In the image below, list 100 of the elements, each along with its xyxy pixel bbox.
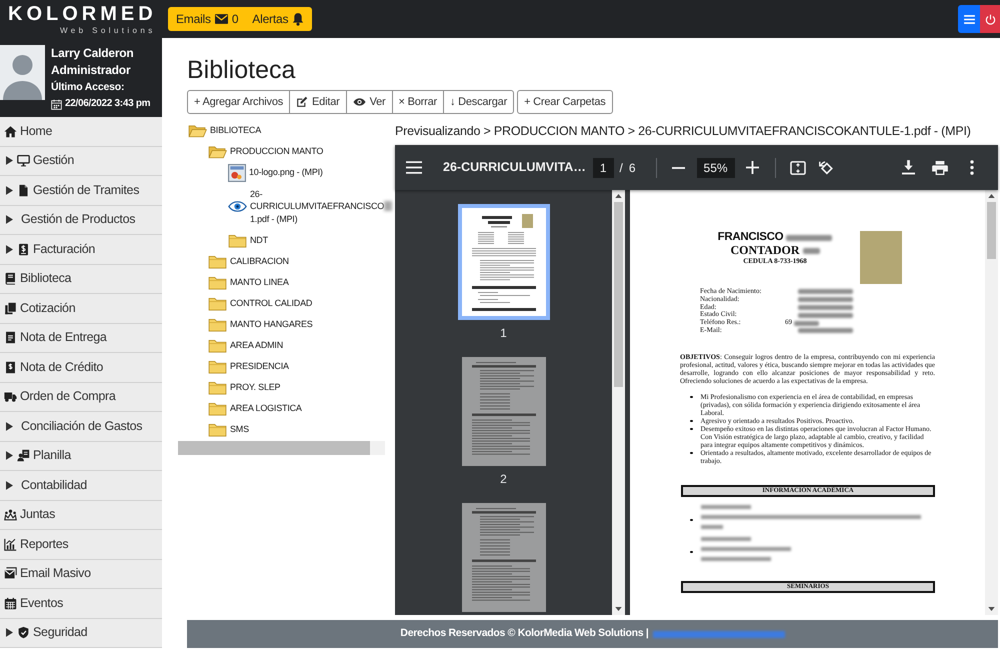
calendar-icon [4, 596, 17, 610]
sidebar-item[interactable]: Conciliación de Gastos [0, 412, 162, 442]
sidebar-item[interactable]: Home [0, 117, 162, 146]
person-card-icon [17, 449, 30, 462]
sidebar-item[interactable]: Email Masivo [0, 560, 162, 589]
sidebar-item[interactable]: Gestión de Tramites [0, 176, 162, 206]
print-icon [932, 160, 948, 174]
vertical-scrollbar[interactable] [985, 190, 998, 615]
scrollbar-thumb[interactable] [987, 202, 996, 259]
page-number-field[interactable]: 1 [592, 158, 614, 178]
crown-icon [4, 508, 17, 522]
folder-item[interactable]: AREA ADMIN [178, 335, 395, 356]
menu-button[interactable] [958, 5, 980, 33]
notification-link[interactable]: Alertas [252, 10, 304, 28]
folder-item[interactable]: PRESIDENCIA [178, 356, 395, 377]
sidebar-item[interactable]: Juntas [0, 500, 162, 530]
sidebar-item[interactable]: Nota de Crédito [0, 353, 162, 382]
sidebar-item[interactable]: Seguridad [0, 618, 162, 648]
toolbar-button[interactable]: Editar [289, 90, 347, 114]
folder-item[interactable]: CONTROL CALIDAD [178, 293, 395, 314]
bar-chart-icon [4, 538, 17, 551]
folder-item[interactable]: SMS [178, 419, 395, 440]
sidebar-item[interactable]: Planilla [0, 442, 162, 471]
page-number: 2 [500, 472, 507, 486]
last-access-label: Último Acceso: [51, 80, 126, 95]
monitor-icon [17, 154, 30, 168]
scroll-up-arrow-icon[interactable] [988, 194, 995, 198]
preview-breadcrumb: Previsualizando > PRODUCCION MANTO > 26-CURRICULUMVITAEFRANCISCOKANTULE-1.pdf - (MPI) [395, 123, 971, 140]
sidebar-item[interactable]: Nota de Entrega [0, 324, 162, 353]
sidebar-item[interactable]: Biblioteca [0, 264, 162, 294]
bullet-icon [690, 420, 692, 422]
rotate-icon [818, 160, 834, 176]
sidebar-item[interactable]: Gestión de Productos [0, 206, 162, 235]
sidebar-item[interactable]: Reportes [0, 530, 162, 560]
file-item[interactable]: 10-logo.png - (MPI) [178, 162, 395, 183]
page-number: 1 [500, 326, 507, 340]
notification-link[interactable]: Emails 0 [176, 10, 238, 28]
folder-item[interactable]: CALIBRACION [178, 251, 395, 272]
file-icon [17, 184, 30, 197]
page-thumbnail[interactable] [462, 357, 546, 466]
logo-tagline: Web Solutions [60, 26, 156, 34]
sidebar-item[interactable]: Contabilidad [0, 471, 162, 500]
zoom-field[interactable]: 55% [696, 158, 735, 178]
folder-item[interactable]: MANTO HANGARES [178, 314, 395, 335]
scroll-down-arrow-icon[interactable] [988, 607, 995, 611]
toolbar-button[interactable]: Ver [346, 90, 393, 114]
invoice-icon [17, 242, 30, 256]
toolbar-button[interactable]: + Crear Carpetas [517, 90, 613, 114]
footer-text: Derechos Reservados © KolorMedia Web Solutions | [400, 626, 649, 642]
scrollbar-thumb[interactable] [614, 202, 623, 387]
home-icon [4, 124, 17, 138]
folder-item[interactable]: BIBLIOTECA [178, 120, 395, 141]
last-access-date: 22/06/2022 3:43 pm [65, 97, 150, 111]
document-name: FRANCISCO [718, 231, 784, 244]
page-thumbnail[interactable] [458, 204, 550, 320]
viewer-title: 26-CURRICULUMVITA… [443, 159, 586, 176]
file-item[interactable]: 26-CURRICULUMVITAEFRANCISCO 1.pdf - (MPI) [178, 183, 395, 230]
page-title: Biblioteca [187, 55, 296, 86]
envelope-icon [214, 14, 228, 24]
calendar-icon [51, 98, 62, 110]
sidebar-item[interactable]: Gestión [0, 146, 162, 176]
user-role: Administrador [51, 62, 132, 79]
toolbar-button[interactable]: + Agregar Archivos [187, 90, 290, 114]
bullet-icon [690, 428, 692, 430]
vertical-scrollbar[interactable] [612, 190, 625, 615]
more-icon [970, 160, 974, 175]
avatar-silhouette [0, 45, 45, 100]
edit-icon [296, 96, 308, 108]
user-name: Larry Calderon [51, 45, 135, 62]
bullet-icon [690, 550, 692, 554]
download-icon [902, 160, 914, 175]
bullet-icon [690, 518, 692, 522]
folder-item[interactable]: MANTO LINEA [178, 272, 395, 293]
photo-placeholder [860, 231, 902, 284]
page-divider: / [620, 160, 623, 176]
documents-icon [4, 302, 17, 315]
sidebar-item[interactable]: Cotización [0, 294, 162, 324]
scroll-down-arrow-icon[interactable] [615, 607, 622, 611]
sidebar-item[interactable]: Facturación [0, 235, 162, 264]
folder-item[interactable]: PROY. SLEP [178, 377, 395, 398]
folder-item[interactable]: AREA LOGISTICA [178, 398, 395, 419]
book-icon [4, 272, 17, 286]
minus-icon [672, 166, 686, 168]
sidebar-item[interactable]: Orden de Compra [0, 382, 162, 412]
menu-icon [406, 161, 422, 174]
scroll-up-arrow-icon[interactable] [615, 194, 622, 198]
envelope-stack-icon [4, 567, 17, 580]
toolbar-button[interactable]: × Borrar [392, 90, 444, 114]
bullet-icon [690, 396, 692, 398]
logo-text: KOLORMED [8, 4, 157, 24]
sidebar-item[interactable]: Eventos [0, 589, 162, 618]
folder-item[interactable]: NDT [178, 230, 395, 251]
bullet-icon [690, 452, 692, 454]
toolbar-button[interactable]: ↓ Descargar [442, 90, 514, 114]
power-icon [984, 14, 996, 24]
folder-item[interactable]: PRODUCCION MANTO [178, 141, 395, 162]
page-thumbnail[interactable] [462, 503, 546, 612]
menu-icon [964, 14, 974, 24]
power-button[interactable] [980, 5, 1000, 33]
truck-icon [4, 390, 17, 404]
